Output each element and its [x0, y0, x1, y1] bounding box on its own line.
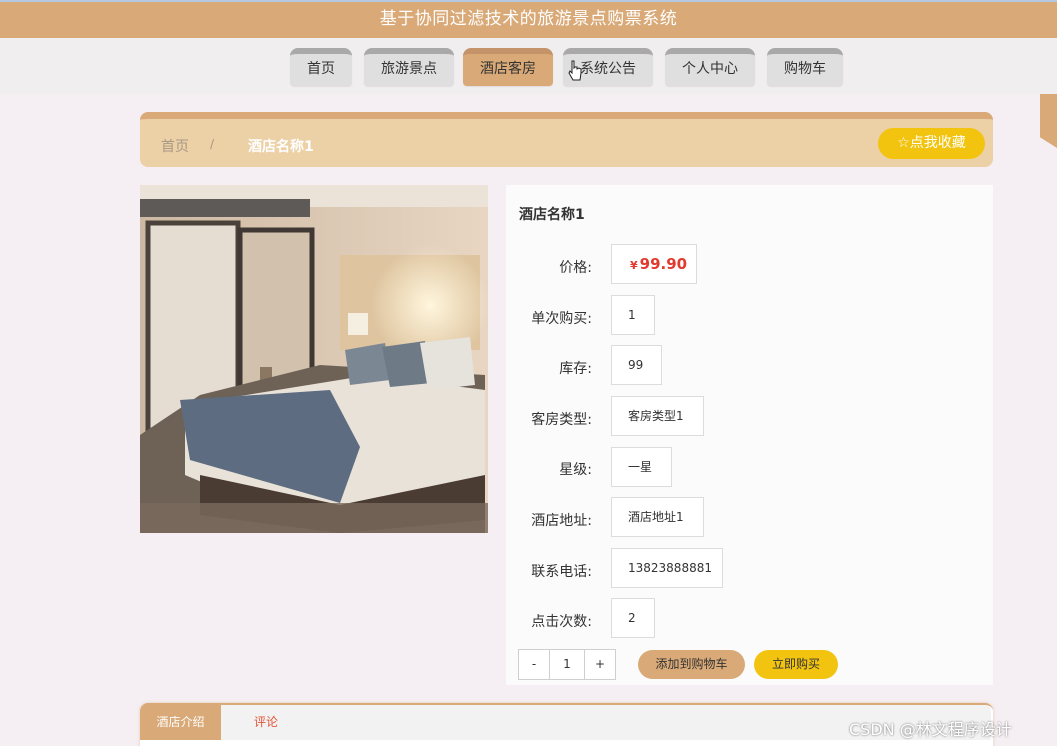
hotel-address-label: 酒店地址: — [531, 513, 592, 529]
tab-hotel-intro[interactable]: 酒店介绍 — [140, 705, 221, 740]
phone-value: 13823888881 — [611, 548, 723, 588]
per-purchase-label: 单次购买: — [531, 311, 592, 327]
tab-comments[interactable]: 评论 — [241, 705, 291, 740]
nav-item-hotel-rooms[interactable]: 酒店客房 — [463, 48, 553, 86]
quantity-input[interactable]: 1 — [549, 650, 585, 679]
quantity-decrease-button[interactable]: - — [519, 650, 549, 679]
watermark: CSDN @林文程序设计 — [849, 720, 1012, 739]
price-value: ¥99.90 — [611, 244, 697, 284]
add-to-cart-button[interactable]: 添加到购物车 — [638, 650, 745, 679]
click-count-label: 点击次数: — [531, 614, 592, 630]
product-detail-panel: 酒店名称1 价格: ¥99.90 单次购买: 1 库存: 99 客房类型: 客房… — [506, 185, 993, 685]
breadcrumb: 首页 / 酒店名称1 ☆点我收藏 — [140, 112, 993, 167]
main-nav: 首页 旅游景点 酒店客房 系统公告 个人中心 购物车 — [0, 38, 1057, 94]
nav-item-profile[interactable]: 个人中心 — [665, 48, 755, 86]
room-type-value: 客房类型1 — [611, 396, 704, 436]
hotel-room-image — [140, 185, 488, 533]
per-purchase-value: 1 — [611, 295, 655, 335]
breadcrumb-home-link[interactable]: 首页 — [161, 136, 189, 156]
hand-pointer-cursor-icon — [568, 60, 582, 81]
click-count-value: 2 — [611, 598, 655, 638]
stock-label: 库存: — [559, 361, 592, 377]
currency-symbol: ¥ — [630, 259, 638, 272]
side-float-tab[interactable] — [1040, 94, 1057, 148]
breadcrumb-separator: / — [210, 137, 215, 151]
product-name: 酒店名称1 — [519, 207, 585, 223]
star-rating-label: 星级: — [559, 462, 592, 478]
quantity-increase-button[interactable]: + — [585, 650, 615, 679]
nav-item-home[interactable]: 首页 — [290, 48, 352, 86]
quantity-stepper: - 1 + — [518, 649, 616, 680]
price-label: 价格: — [559, 260, 592, 276]
favorite-button[interactable]: ☆点我收藏 — [878, 128, 985, 159]
buy-now-button[interactable]: 立即购买 — [754, 650, 838, 679]
hotel-room-photo — [140, 185, 488, 533]
stock-value: 99 — [611, 345, 662, 385]
phone-label: 联系电话: — [531, 564, 592, 580]
top-header-bar: 基于协同过滤技术的旅游景点购票系统 — [0, 0, 1057, 38]
breadcrumb-current: 酒店名称1 — [248, 139, 314, 155]
nav-item-attractions[interactable]: 旅游景点 — [364, 48, 454, 86]
nav-item-cart[interactable]: 购物车 — [767, 48, 843, 86]
hotel-address-value: 酒店地址1 — [611, 497, 704, 537]
room-type-label: 客房类型: — [531, 412, 592, 428]
price-amount: 99.90 — [639, 255, 688, 273]
star-rating-value: 一星 — [611, 447, 672, 487]
site-title: 基于协同过滤技术的旅游景点购票系统 — [379, 9, 678, 29]
